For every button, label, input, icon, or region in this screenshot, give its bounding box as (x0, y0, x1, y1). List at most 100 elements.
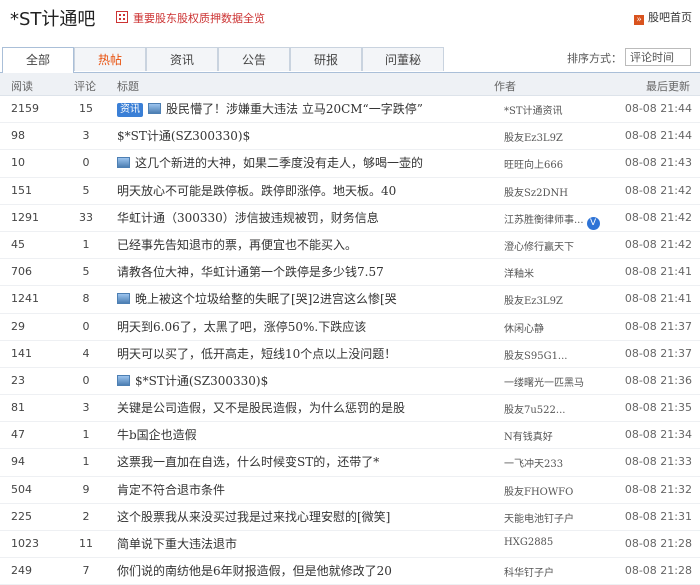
post-author[interactable]: 洋釉米 (504, 265, 614, 280)
post-title-text: 明天放心不可能是跌停板。跌停即涨停。地天板。40 (117, 183, 397, 198)
post-title[interactable]: $*ST计通(SZ300330)$ (117, 372, 487, 389)
last-updated: 08-08 21:31 (624, 509, 692, 523)
table-row[interactable]: 151 5 明天放心不可能是跌停板。跌停即涨停。地天板。40 股友Sz2DNH 08-0… (0, 178, 700, 205)
post-author[interactable]: HXG2885 (504, 537, 614, 548)
tab-news[interactable]: 资讯 (146, 47, 218, 71)
table-row[interactable]: 504 9 肯定不符合退市条件 股友FHOWFO 08-08 21:32 (0, 477, 700, 504)
post-title-text: 华虹计通（300330）涉信披违规被罚，财务信息 (117, 210, 379, 225)
table-row[interactable]: 29 0 明天到6.06了，太黑了吧，涨停50%.下跌应该 休闲心静 08-08 21:… (0, 314, 700, 341)
post-title[interactable]: 明天放心不可能是跌停板。跌停即涨停。地天板。40 (117, 182, 487, 199)
post-author[interactable]: 休闲心静 (504, 320, 614, 335)
last-updated: 08-08 21:32 (624, 482, 692, 496)
post-author[interactable]: 旺旺向上666 (504, 156, 614, 171)
post-title[interactable]: 华虹计通（300330）涉信披违规被罚，财务信息 (117, 209, 487, 226)
read-count: 47 (11, 428, 25, 442)
tab-hot[interactable]: 热帖 (74, 47, 146, 71)
comment-count: 5 (82, 265, 90, 279)
post-author[interactable]: 澄心修行赢天下 (504, 238, 614, 253)
post-title[interactable]: 已经事先告知退市的票，再便宜也不能买入。 (117, 236, 487, 253)
table-row[interactable]: 2159 15 资讯 股民懵了！涉嫌重大违法 立马20CM“一字跌停” *ST计通资讯 0… (0, 96, 700, 124)
post-title-text: 简单说下重大违法退市 (117, 537, 238, 551)
table-row[interactable]: 10 0 这几个新进的大神，如果二季度没有走人，够喝一壶的 旺旺向上666 08-08 … (0, 150, 700, 178)
read-count: 45 (11, 237, 25, 251)
post-title-text: 请教各位大神，华虹计通第一个跌停是多少钱7.57 (117, 265, 384, 280)
table-row[interactable]: 141 4 明天可以买了，低开高走，短线10个点以上没问题！ 股友S95G1... 08… (0, 341, 700, 368)
table-row[interactable]: 1023 11 简单说下重大违法退市 HXG2885 08-08 21:28 (0, 531, 700, 559)
chevron-right-icon: » (634, 15, 644, 25)
last-updated: 08-08 21:42 (624, 183, 692, 197)
read-count: 2159 (11, 102, 39, 115)
post-author[interactable]: 股友Ez3L9Z (504, 292, 614, 307)
post-title-text: 牛b国企也造假 (117, 428, 197, 443)
table-row[interactable]: 47 1 牛b国企也造假 N有钱真好 08-08 21:34 (0, 422, 700, 450)
header: *ST计通吧 重要股东股权质押数据全览 » 股吧首页 (0, 0, 700, 38)
tab-all[interactable]: 全部 (2, 47, 74, 73)
post-title[interactable]: 这票我一直加在自选，什么时候变ST的，还带了* (117, 453, 487, 470)
home-link[interactable]: » 股吧首页 (634, 9, 692, 25)
comment-count: 2 (82, 509, 90, 523)
author-name: 休闲心静 (504, 323, 544, 335)
post-author[interactable]: 股友Ez3L9Z (504, 129, 614, 144)
table-row[interactable]: 225 2 这个股票我从来没买过我是过来找心理安慰的[微笑] 天能电池钉子户 08-08… (0, 504, 700, 531)
comment-count: 33 (79, 210, 93, 224)
verified-icon: V (586, 216, 600, 230)
tab-research[interactable]: 研报 (290, 47, 362, 71)
read-count: 23 (11, 373, 25, 387)
read-count: 81 (11, 401, 25, 415)
bar-title[interactable]: *ST计通吧 (10, 5, 95, 31)
table-row[interactable]: 706 5 请教各位大神，华虹计通第一个跌停是多少钱7.57 洋釉米 08-08 21:… (0, 259, 700, 287)
last-updated: 08-08 21:36 (624, 373, 692, 387)
post-title[interactable]: 请教各位大神，华虹计通第一个跌停是多少钱7.57 (117, 263, 487, 280)
table-row[interactable]: 45 1 已经事先告知退市的票，再便宜也不能买入。 澄心修行赢天下 08-08 21:4… (0, 232, 700, 260)
post-title[interactable]: 关键是公司造假，又不是股民造假，为什么惩罚的是股 (117, 399, 487, 416)
post-author[interactable]: 股友S95G1... (504, 347, 614, 362)
table-row[interactable]: 81 3 关键是公司造假，又不是股民造假，为什么惩罚的是股 股友7u522... 08-… (0, 395, 700, 423)
sort-select[interactable]: 评论时间 (625, 48, 691, 66)
post-author[interactable]: 股友FHOWFO (504, 483, 614, 498)
table-row[interactable]: 1291 33 华虹计通（300330）涉信披违规被罚，财务信息 江苏胜衡律师事...… (0, 205, 700, 232)
post-title[interactable]: 明天可以买了，低开高走，短线10个点以上没问题！ (117, 345, 487, 362)
post-author[interactable]: 股友7u522... (504, 401, 614, 416)
post-title[interactable]: 明天到6.06了，太黑了吧，涨停50%.下跌应该 (117, 318, 487, 335)
last-updated: 08-08 21:37 (624, 346, 692, 360)
comment-count: 4 (82, 346, 90, 360)
post-title-text: 这票我一直加在自选，什么时候变ST的，还带了* (117, 455, 380, 470)
table-row[interactable]: 1241 8 晚上被这个垃圾给整的失眠了[哭]2进宫这么惨[哭 股友Ez3L9Z 08-… (0, 286, 700, 314)
post-author[interactable]: 天能电池钉子户 (504, 510, 614, 525)
post-author[interactable]: 江苏胜衡律师事... V (504, 211, 614, 230)
table-header: 阅读 评论 标题 作者 最后更新 (0, 73, 700, 96)
post-author[interactable]: N有钱真好 (504, 428, 614, 443)
comment-count: 1 (82, 428, 90, 442)
post-author[interactable]: *ST计通资讯 (504, 102, 614, 117)
notice-text: 重要股东股权质押数据全览 (133, 12, 265, 25)
table-row[interactable]: 23 0 $*ST计通(SZ300330)$ 一缕曙光一匹黑马 08-08 21:36 (0, 368, 700, 396)
comment-count: 15 (79, 102, 93, 115)
post-title[interactable]: 资讯 股民懵了！涉嫌重大违法 立马20CM“一字跌停” (117, 100, 487, 117)
table-row[interactable]: 98 3 $*ST计通(SZ300330)$ 股友Ez3L9Z 08-08 21:44 (0, 123, 700, 151)
post-title-text: $*ST计通(SZ300330)$ (135, 373, 269, 388)
post-author[interactable]: 一缕曙光一匹黑马 (504, 374, 614, 389)
post-title[interactable]: 简单说下重大违法退市 (117, 535, 487, 552)
author-name: HXG2885 (504, 537, 554, 548)
post-title[interactable]: 这个股票我从来没买过我是过来找心理安慰的[微笑] (117, 508, 487, 525)
table-row[interactable]: 94 1 这票我一直加在自选，什么时候变ST的，还带了* 一飞冲天233 08-08 2… (0, 449, 700, 477)
post-title-text: 晚上被这个垃圾给整的失眠了[哭]2进宫这么惨[哭 (135, 292, 397, 307)
comment-count: 1 (82, 455, 90, 469)
post-title[interactable]: 这几个新进的大神，如果二季度没有走人，够喝一壶的 (117, 154, 487, 171)
tab-announcements[interactable]: 公告 (218, 47, 290, 71)
news-tag: 资讯 (117, 103, 143, 117)
read-count: 706 (11, 265, 32, 279)
post-title[interactable]: 牛b国企也造假 (117, 426, 487, 443)
post-author[interactable]: 一飞冲天233 (504, 455, 614, 470)
post-title[interactable]: 晚上被这个垃圾给整的失眠了[哭]2进宫这么惨[哭 (117, 290, 487, 307)
post-title-text: 明天可以买了，低开高走，短线10个点以上没问题！ (117, 346, 397, 361)
post-title[interactable]: $*ST计通(SZ300330)$ (117, 127, 487, 144)
table-row[interactable]: 249 7 你们说的南纺他是6年财报造假，但是他就修改了20 科华钉子户 08-08 2… (0, 558, 700, 585)
post-author[interactable]: 股友Sz2DNH (504, 184, 614, 199)
col-read: 阅读 (11, 80, 33, 93)
tab-ask-secretary[interactable]: 问董秘 (362, 47, 444, 71)
notice-link[interactable]: 重要股东股权质押数据全览 (116, 10, 265, 26)
last-updated: 08-08 21:28 (624, 564, 692, 578)
post-title[interactable]: 肯定不符合退市条件 (117, 481, 487, 498)
last-updated: 08-08 21:37 (624, 319, 692, 333)
